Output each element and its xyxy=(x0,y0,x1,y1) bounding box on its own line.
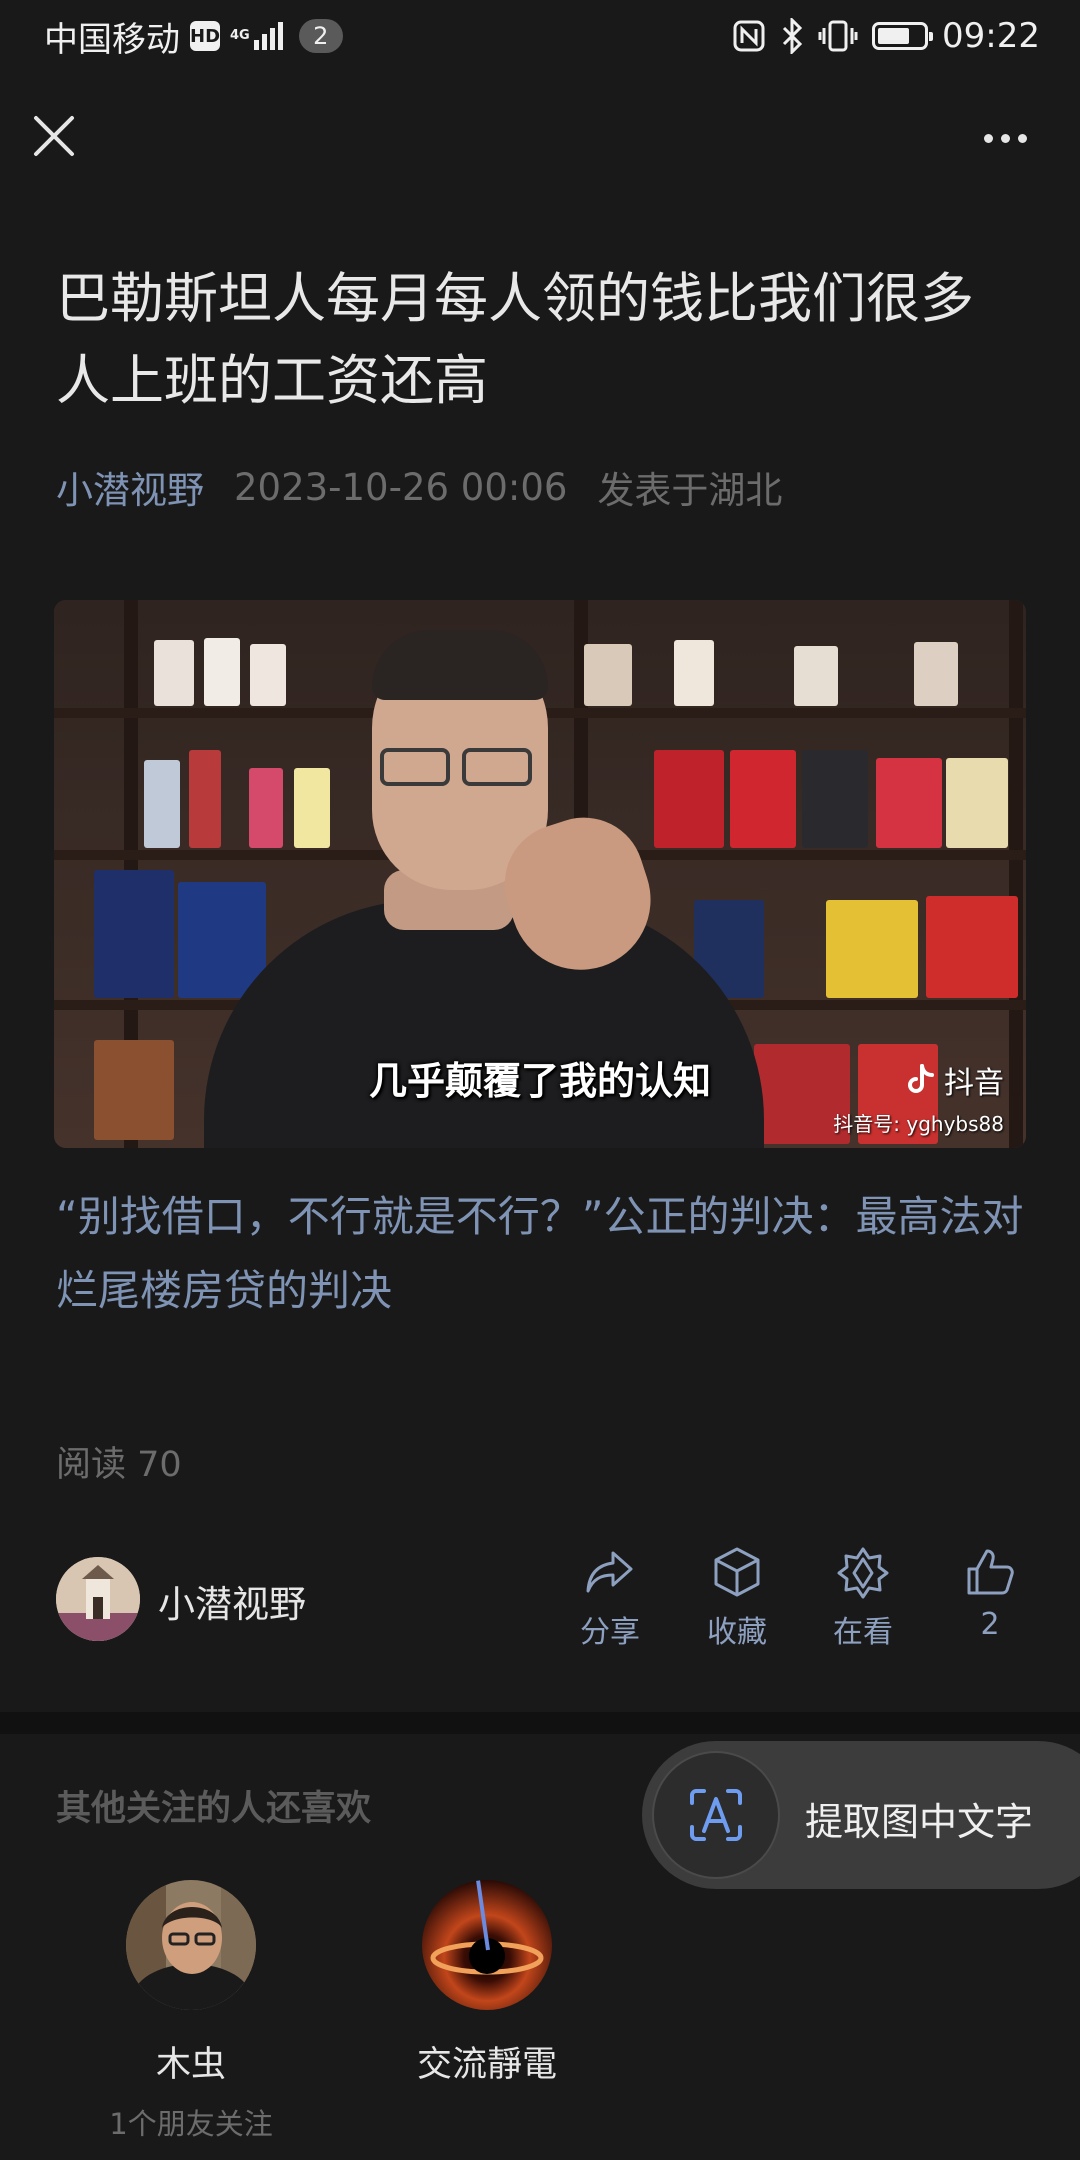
douyin-id: 抖音号: yghybs88 xyxy=(833,1112,1004,1136)
author-link[interactable]: 小潜视野 xyxy=(56,460,204,514)
text-scan-icon xyxy=(690,1789,742,1841)
notification-badge: 2 xyxy=(298,19,343,53)
recommend-name: 交流靜電 xyxy=(416,2045,557,2085)
section-divider xyxy=(0,1712,1080,1734)
recommend-subtitle: 1个朋友关注 xyxy=(109,2107,273,2141)
wow-button[interactable]: 在看 xyxy=(813,1545,913,1651)
article-title: 巴勒斯坦人每月每人领的钱比我们很多人上班的工资还高 xyxy=(56,267,974,412)
recommend-title: 其他关注的人还喜欢 xyxy=(56,1789,372,1829)
close-icon xyxy=(34,116,74,156)
recommend-avatar-image xyxy=(126,1880,256,2010)
wow-label: 在看 xyxy=(833,1615,893,1650)
more-button[interactable] xyxy=(975,118,1035,158)
share-button[interactable]: 分享 xyxy=(560,1545,660,1651)
cube-icon xyxy=(714,1547,760,1597)
article-screen: 中国移动 HD 4G 2 09:22 巴勒斯坦人每月每人领的钱比我们很多人上班的… xyxy=(0,0,1080,2160)
video-caption-link[interactable]: “别找借口，不行就是不行？”公正的判决：最高法对烂尾楼房贷的判决 xyxy=(56,1180,1028,1328)
battery-fill xyxy=(878,28,910,44)
more-icon xyxy=(983,133,993,143)
author-avatar-image xyxy=(56,1557,140,1641)
status-right: 09:22 xyxy=(732,14,1040,58)
share-icon xyxy=(586,1551,633,1593)
vibrate-icon xyxy=(818,20,858,52)
bluetooth-icon xyxy=(782,18,803,54)
article-meta: 小潜视野 2023-10-26 00:06 发表于湖北 xyxy=(56,460,783,514)
favorite-button[interactable]: 收藏 xyxy=(687,1545,787,1651)
hd-icon: HD xyxy=(190,21,220,51)
network-type: 4G xyxy=(230,28,250,43)
avatar[interactable] xyxy=(56,1557,140,1641)
like-button[interactable]: 2 xyxy=(940,1545,1040,1642)
avatar xyxy=(422,1880,552,2010)
read-count: 阅读 70 xyxy=(56,1445,182,1485)
thumbs-up-icon xyxy=(967,1549,1014,1595)
like-count: 2 xyxy=(980,1607,1000,1642)
recommend-item-muchong[interactable]: 木虫 1个朋友关注 xyxy=(61,1880,321,2143)
extract-text-label: 提取图中文字 xyxy=(805,1800,1034,1844)
douyin-logo-icon xyxy=(908,1064,934,1093)
signal-icon: 4G xyxy=(230,22,283,50)
publish-location: 发表于湖北 xyxy=(597,469,783,512)
share-label: 分享 xyxy=(580,1615,640,1650)
status-bar: 中国移动 HD 4G 2 09:22 xyxy=(0,0,1080,72)
signal-bars xyxy=(253,22,283,50)
clock: 09:22 xyxy=(942,16,1040,56)
battery-icon xyxy=(872,22,934,50)
douyin-watermark: 抖音 xyxy=(904,1058,1004,1102)
avatar xyxy=(126,1880,256,2010)
publish-date: 2023-10-26 00:06 xyxy=(234,465,568,509)
recommend-item-jiaoliu[interactable]: 交流靜電 xyxy=(357,1880,617,2101)
nfc-icon xyxy=(733,20,765,52)
ocr-icon-wrapper xyxy=(652,1751,780,1879)
douyin-label: 抖音 xyxy=(944,1066,1004,1101)
recommend-avatar-image xyxy=(422,1880,552,2010)
recommend-name: 木虫 xyxy=(155,2045,226,2085)
extract-text-button[interactable]: 提取图中文字 xyxy=(642,1741,1080,1889)
status-left: 中国移动 HD 4G 2 xyxy=(44,14,343,60)
video-player[interactable]: 几乎颠覆了我的认知 抖音 抖音号: yghybs88 xyxy=(54,600,1026,1148)
author-name[interactable]: 小潜视野 xyxy=(158,1574,306,1628)
battery-tip xyxy=(929,32,934,41)
favorite-label: 收藏 xyxy=(707,1615,767,1650)
video-subtitle: 几乎颠覆了我的认知 xyxy=(368,1059,711,1103)
close-button[interactable] xyxy=(30,112,78,160)
carrier-name: 中国移动 xyxy=(44,19,180,60)
flower-icon xyxy=(837,1547,889,1599)
